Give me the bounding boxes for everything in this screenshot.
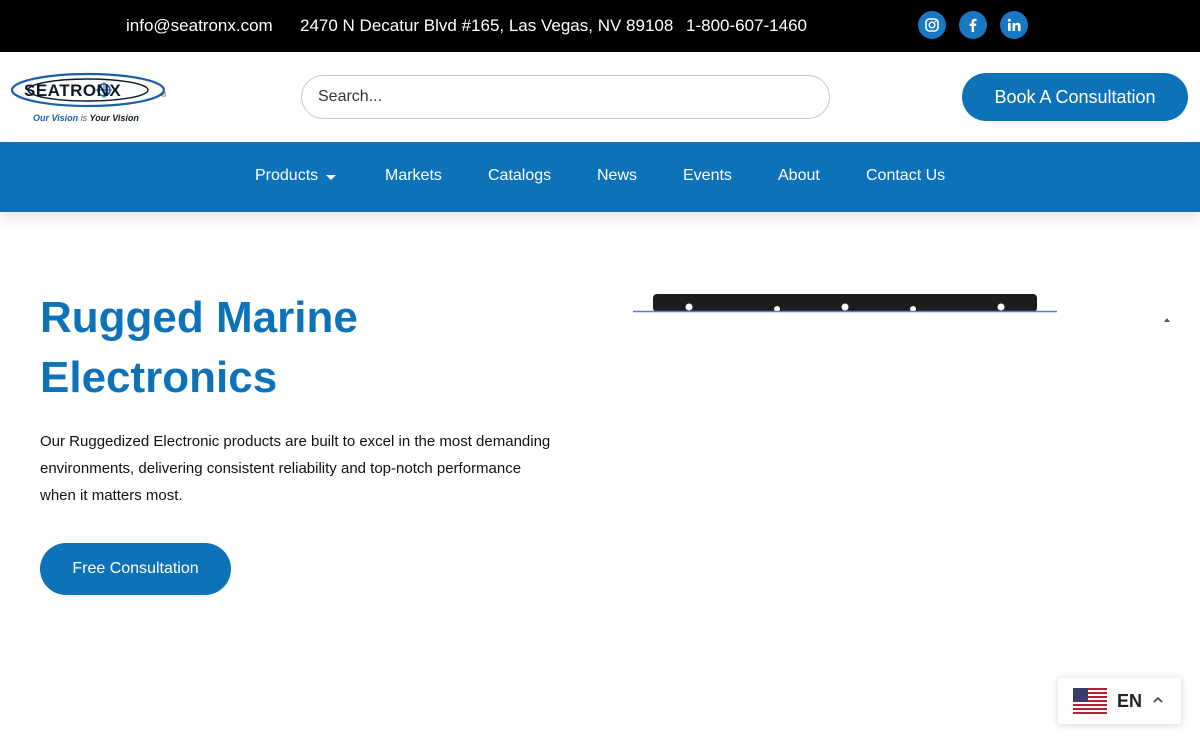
instagram-icon[interactable]	[918, 11, 946, 39]
seatronx-logo[interactable]: SEATRONX ® Our Vision is Your Vision	[10, 65, 170, 127]
nav-item-markets[interactable]: Markets	[385, 167, 442, 185]
logo-wordmark: SEATRONX	[24, 81, 122, 100]
slider-arrow-icon[interactable]	[1164, 318, 1170, 322]
nav-label-products: Products	[255, 167, 319, 184]
hero-title-line-2: Electronics	[40, 353, 278, 402]
nav-item-products[interactable]: Products	[255, 167, 337, 185]
top-info-bar: info@seatronx.com 2470 N Decatur Blvd #1…	[0, 0, 1200, 52]
nav-item-about[interactable]: About	[778, 167, 820, 185]
tagline-part-1: Our Vision	[33, 113, 79, 123]
nav-item-catalogs[interactable]: Catalogs	[488, 167, 551, 185]
free-consultation-button[interactable]: Free Consultation	[40, 543, 231, 595]
site-header: SEATRONX ® Our Vision is Your Vision Boo…	[0, 52, 1200, 142]
logo-tagline: Our Vision is Your Vision	[33, 113, 139, 123]
hero-title: Rugged Marine Electronics	[40, 288, 560, 408]
book-consultation-button[interactable]: Book A Consultation	[962, 73, 1188, 121]
nav-item-events[interactable]: Events	[683, 167, 732, 185]
tagline-part-2: is	[80, 113, 88, 123]
main-nav: Products Markets Catalogs News Events Ab…	[0, 142, 1200, 212]
hero-title-line-1: Rugged Marine	[40, 293, 358, 342]
hero-description: Our Ruggedized Electronic products are b…	[40, 433, 551, 504]
tagline-part-3: Your Vision	[89, 113, 139, 123]
us-flag-icon	[1073, 688, 1107, 714]
language-switcher[interactable]: EN	[1058, 678, 1181, 724]
email-link[interactable]: info@seatronx.com	[126, 16, 273, 36]
caret-down-icon	[326, 174, 337, 180]
product-image	[633, 294, 1057, 313]
phone-link[interactable]: 1-800-607-1460	[686, 16, 807, 36]
nav-item-contact-us[interactable]: Contact Us	[866, 167, 945, 185]
facebook-icon[interactable]	[959, 11, 987, 39]
chevron-up-icon	[1153, 696, 1163, 703]
registered-mark: ®	[161, 92, 167, 99]
language-code: EN	[1117, 691, 1143, 711]
address-text: 2470 N Decatur Blvd #165, Las Vegas, NV …	[300, 16, 674, 35]
search-input[interactable]	[301, 75, 830, 119]
nav-item-news[interactable]: News	[597, 167, 637, 185]
linkedin-icon[interactable]	[1000, 11, 1028, 39]
